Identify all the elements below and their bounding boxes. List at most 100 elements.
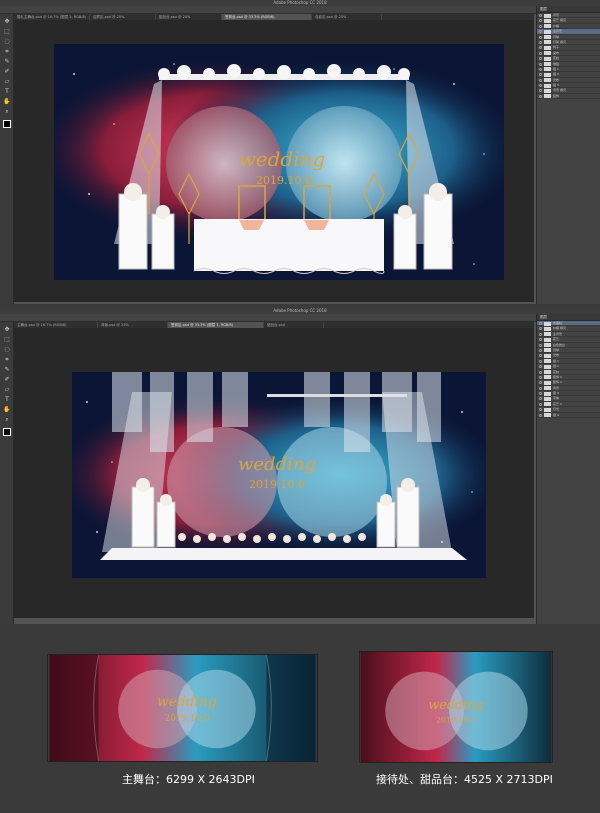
brush-tool-icon[interactable]: ✐	[3, 376, 11, 384]
visibility-eye-icon[interactable]	[539, 19, 542, 23]
layer-name: 花艺 拷贝	[553, 18, 566, 23]
layer-thumbnail	[544, 364, 551, 369]
visibility-eye-icon[interactable]	[539, 397, 542, 401]
layer-name: 桌布	[553, 50, 560, 55]
wedding-date-text: 2019.10.0	[436, 716, 476, 725]
layer-name: 组 4	[553, 412, 559, 417]
crop-tool-icon[interactable]: ⌗	[3, 48, 11, 56]
main-stage-caption: 主舞台：6299 X 2643DPI	[122, 773, 255, 786]
lasso-tool-icon[interactable]: ◌	[3, 38, 11, 46]
visibility-eye-icon[interactable]	[539, 30, 542, 34]
options-bar: 自动选择 图层 显示变换控件	[0, 314, 600, 330]
layer-name: 椅子	[553, 45, 560, 50]
visibility-eye-icon[interactable]	[539, 94, 542, 98]
eraser-tool-icon[interactable]: ▱	[3, 386, 11, 394]
crop-tool-icon[interactable]: ⌗	[3, 356, 11, 364]
zoom-tool-icon[interactable]: ⌕	[3, 416, 11, 424]
layer-thumbnail	[544, 353, 551, 358]
visibility-eye-icon[interactable]	[539, 375, 542, 379]
brush-tool-icon[interactable]: ✐	[3, 68, 11, 76]
eraser-tool-icon[interactable]: ▱	[3, 78, 11, 86]
visibility-eye-icon[interactable]	[539, 24, 542, 28]
move-tool-icon[interactable]: ✥	[3, 326, 11, 334]
visibility-eye-icon[interactable]	[539, 78, 542, 82]
visibility-eye-icon[interactable]	[539, 57, 542, 61]
wedding-script-text: wedding	[239, 147, 326, 171]
layer-list: 背景 花艺 拷贝 纱幔 主背景 月球 灯架 拷贝 椅子 桌布 花柱 地毯组 1组 2 光效组 3 背景…	[537, 13, 600, 100]
layer-thumbnail	[544, 343, 551, 348]
visibility-eye-icon[interactable]	[539, 343, 542, 347]
layer-name: 花柱	[553, 56, 560, 61]
wedding-date-text: 2019.10.0	[249, 478, 305, 491]
reception-caption: 接待处、甜品台：4525 X 2713DPI	[376, 773, 553, 786]
visibility-eye-icon[interactable]	[539, 332, 542, 336]
visibility-eye-icon[interactable]	[539, 73, 542, 77]
layer-thumbnail	[544, 370, 551, 375]
foreground-color-swatch[interactable]	[3, 428, 11, 436]
foreground-color-swatch[interactable]	[3, 120, 11, 128]
marquee-tool-icon[interactable]: ⬚	[3, 28, 11, 36]
layer-row[interactable]: 组 4	[537, 412, 600, 419]
visibility-eye-icon[interactable]	[539, 40, 542, 44]
layer-thumbnail	[544, 332, 551, 337]
toolbox: ✥ ⬚ ◌ ⌗ ✎ ✐ ▱ T ✋ ⌕	[0, 14, 14, 304]
layer-name: 花艺	[553, 337, 560, 342]
reception-backdrop-preview: wedding 2019.10.0	[359, 651, 553, 763]
eyedropper-tool-icon[interactable]: ✎	[3, 366, 11, 374]
visibility-eye-icon[interactable]	[539, 51, 542, 55]
layer-name: 地毯	[553, 61, 560, 66]
hand-tool-icon[interactable]: ✋	[3, 98, 11, 106]
eyedropper-tool-icon[interactable]: ✎	[3, 58, 11, 66]
wedding-script-text: wedding	[157, 694, 217, 710]
layers-panel-title: 图层	[537, 314, 600, 321]
layer-thumbnail	[544, 391, 551, 396]
visibility-eye-icon[interactable]	[539, 402, 542, 406]
layer-thumbnail	[544, 83, 551, 88]
hand-tool-icon[interactable]: ✋	[3, 406, 11, 414]
layer-thumbnail	[544, 78, 551, 83]
wedding-script-text: wedding	[428, 698, 483, 713]
zoom-tool-icon[interactable]: ⌕	[3, 108, 11, 116]
layer-thumbnail	[544, 56, 551, 61]
visibility-eye-icon[interactable]	[539, 84, 542, 88]
canvas-area[interactable]: wedding 2019.10.0	[14, 20, 534, 302]
wedding-stage-render[interactable]: wedding 2019.10.0	[54, 44, 504, 280]
visibility-eye-icon[interactable]	[539, 359, 542, 363]
layer-thumbnail	[544, 67, 551, 72]
visibility-eye-icon[interactable]	[539, 370, 542, 374]
layer-row[interactable]: 装饰	[537, 94, 600, 100]
visibility-eye-icon[interactable]	[539, 35, 542, 39]
visibility-eye-icon[interactable]	[539, 62, 542, 66]
main-stage-backdrop-preview: wedding 2019.10.0	[47, 654, 318, 762]
layer-thumbnail	[544, 326, 551, 331]
visibility-eye-icon[interactable]	[539, 46, 542, 50]
layer-thumbnail	[544, 72, 551, 77]
visibility-eye-icon[interactable]	[539, 348, 542, 352]
visibility-eye-icon[interactable]	[539, 14, 542, 17]
canvas-area[interactable]: wedding 2019.10.0	[14, 328, 534, 618]
layer-thumbnail	[544, 402, 551, 407]
visibility-eye-icon[interactable]	[539, 322, 542, 325]
visibility-eye-icon[interactable]	[539, 381, 542, 385]
visibility-eye-icon[interactable]	[539, 67, 542, 71]
move-tool-icon[interactable]: ✥	[3, 18, 11, 26]
marquee-tool-icon[interactable]: ⬚	[3, 336, 11, 344]
visibility-eye-icon[interactable]	[539, 327, 542, 331]
text-tool-icon[interactable]: T	[3, 396, 11, 404]
options-bar: 自动选择 图层 显示变换控件	[0, 6, 600, 22]
visibility-eye-icon[interactable]	[539, 365, 542, 369]
visibility-eye-icon[interactable]	[539, 408, 542, 412]
visibility-eye-icon[interactable]	[539, 338, 542, 342]
visibility-eye-icon[interactable]	[539, 89, 542, 93]
layer-thumbnail	[544, 40, 551, 45]
visibility-eye-icon[interactable]	[539, 392, 542, 396]
text-tool-icon[interactable]: T	[3, 88, 11, 96]
visibility-eye-icon[interactable]	[539, 386, 542, 390]
wedding-stage-render[interactable]: wedding 2019.10.0	[72, 372, 486, 578]
visibility-eye-icon[interactable]	[539, 354, 542, 358]
lasso-tool-icon[interactable]: ◌	[3, 346, 11, 354]
layer-thumbnail	[544, 13, 551, 18]
layer-thumbnail	[544, 321, 551, 326]
layer-name: 主背景	[553, 29, 563, 34]
visibility-eye-icon[interactable]	[539, 413, 542, 417]
